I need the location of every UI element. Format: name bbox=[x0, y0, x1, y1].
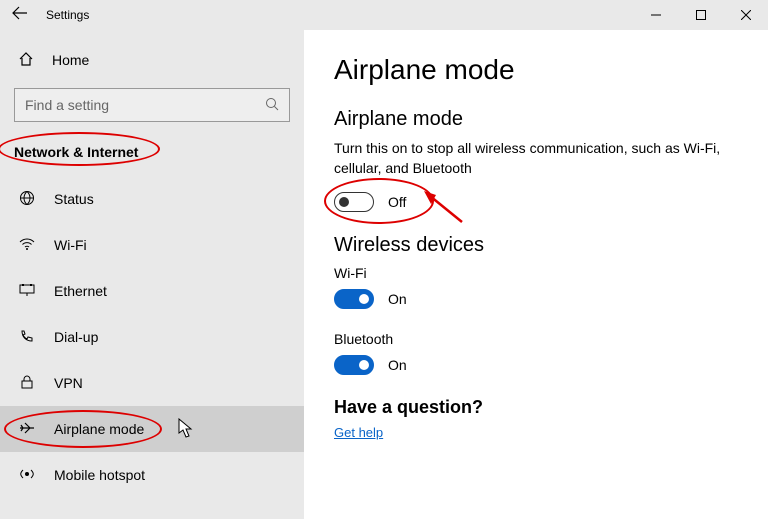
airplane-toggle-row: Off bbox=[334, 192, 738, 212]
home-icon bbox=[18, 51, 34, 70]
get-help-link[interactable]: Get help bbox=[334, 425, 383, 440]
airplane-mode-toggle[interactable] bbox=[334, 192, 374, 212]
category-header: Network & Internet bbox=[0, 134, 304, 170]
section-airplane-desc: Turn this on to stop all wireless commun… bbox=[334, 139, 734, 178]
wifi-toggle[interactable] bbox=[334, 289, 374, 309]
cursor-icon bbox=[178, 418, 196, 440]
settings-window: Settings Home Find a setting Network bbox=[0, 0, 768, 519]
wifi-toggle-row: On bbox=[334, 289, 738, 309]
maximize-icon bbox=[696, 10, 706, 20]
titlebar: Settings bbox=[0, 0, 768, 30]
page-title: Airplane mode bbox=[334, 54, 738, 86]
search-input[interactable]: Find a setting bbox=[14, 88, 290, 122]
airplane-icon bbox=[18, 420, 36, 439]
back-arrow-icon bbox=[12, 5, 28, 21]
home-button[interactable]: Home bbox=[0, 40, 304, 80]
sidebar-item-label: Airplane mode bbox=[54, 421, 144, 437]
vpn-icon bbox=[18, 374, 36, 393]
sidebar-item-label: VPN bbox=[54, 375, 83, 391]
sidebar-item-label: Dial-up bbox=[54, 329, 98, 345]
minimize-button[interactable] bbox=[633, 0, 678, 30]
search-placeholder: Find a setting bbox=[25, 97, 109, 113]
close-icon bbox=[741, 10, 751, 20]
sidebar-item-status[interactable]: Status bbox=[0, 176, 304, 222]
sidebar-item-vpn[interactable]: VPN bbox=[0, 360, 304, 406]
ethernet-icon bbox=[18, 282, 36, 301]
section-wireless-title: Wireless devices bbox=[334, 234, 738, 257]
category-label: Network & Internet bbox=[14, 144, 138, 160]
sidebar-item-mobile-hotspot[interactable]: Mobile hotspot bbox=[0, 452, 304, 498]
window-controls bbox=[633, 0, 768, 30]
wifi-icon bbox=[18, 236, 36, 255]
annotation-arrow bbox=[422, 190, 466, 226]
dialup-icon bbox=[18, 328, 36, 347]
sidebar: Home Find a setting Network & Internet S… bbox=[0, 30, 304, 519]
sidebar-item-label: Mobile hotspot bbox=[54, 467, 145, 483]
airplane-toggle-state: Off bbox=[388, 194, 406, 210]
section-airplane-title: Airplane mode bbox=[334, 108, 738, 131]
sidebar-item-airplane-mode[interactable]: Airplane mode bbox=[0, 406, 304, 452]
body: Home Find a setting Network & Internet S… bbox=[0, 30, 768, 519]
wifi-toggle-state: On bbox=[388, 291, 407, 307]
bluetooth-label: Bluetooth bbox=[334, 331, 738, 347]
sidebar-item-label: Wi-Fi bbox=[54, 237, 87, 253]
sidebar-item-wifi[interactable]: Wi-Fi bbox=[0, 222, 304, 268]
question-heading: Have a question? bbox=[334, 397, 738, 418]
wifi-label: Wi-Fi bbox=[334, 265, 738, 281]
search-icon bbox=[265, 97, 279, 114]
bluetooth-toggle-state: On bbox=[388, 357, 407, 373]
sidebar-item-dialup[interactable]: Dial-up bbox=[0, 314, 304, 360]
minimize-icon bbox=[651, 10, 661, 20]
main-content: Airplane mode Airplane mode Turn this on… bbox=[304, 30, 768, 519]
maximize-button[interactable] bbox=[678, 0, 723, 30]
bluetooth-toggle[interactable] bbox=[334, 355, 374, 375]
close-button[interactable] bbox=[723, 0, 768, 30]
hotspot-icon bbox=[18, 466, 36, 485]
back-button[interactable] bbox=[0, 5, 40, 26]
bluetooth-toggle-row: On bbox=[334, 355, 738, 375]
sidebar-item-label: Status bbox=[54, 191, 94, 207]
nav-list: Status Wi-Fi Ethernet Dial-up VPN bbox=[0, 176, 304, 498]
window-title: Settings bbox=[46, 8, 89, 22]
sidebar-item-ethernet[interactable]: Ethernet bbox=[0, 268, 304, 314]
home-label: Home bbox=[52, 52, 89, 68]
status-icon bbox=[18, 190, 36, 209]
sidebar-item-label: Ethernet bbox=[54, 283, 107, 299]
